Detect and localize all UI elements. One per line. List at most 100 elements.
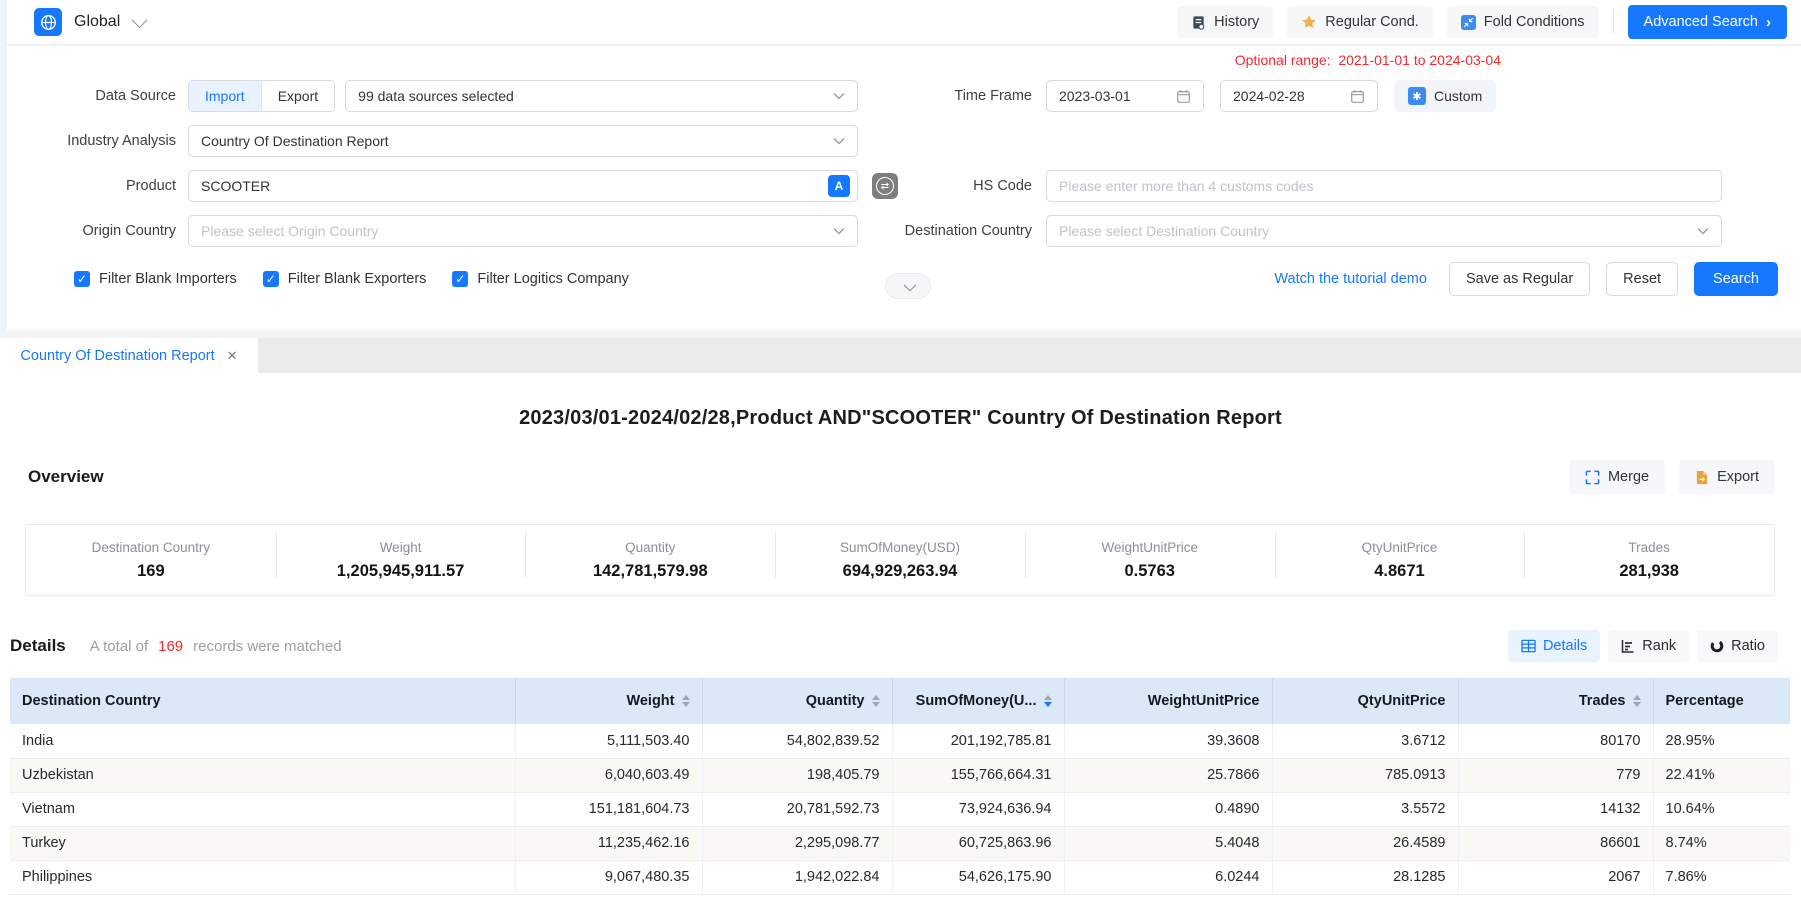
stat-label: Trades [1524, 540, 1774, 555]
fold-icon [1461, 15, 1476, 30]
tab-country-of-destination-report[interactable]: Country Of Destination Report ✕ [0, 338, 258, 373]
fold-conditions-button[interactable]: Fold Conditions [1447, 6, 1599, 38]
view-details-label: Details [1543, 638, 1587, 654]
pie-chart-icon [1710, 639, 1724, 653]
stat-value: 694,929,263.94 [775, 562, 1025, 581]
column-header-percentage: Percentage [1653, 678, 1790, 724]
column-header-destination-country: Destination Country [10, 678, 515, 724]
import-segment[interactable]: Import [189, 81, 261, 111]
chevron-down-icon [903, 278, 916, 291]
overview-stats-card: Destination Country169Weight1,205,945,91… [25, 524, 1775, 596]
view-rank-button[interactable]: Rank [1608, 630, 1689, 662]
swap-arrows-icon: ⇄ [876, 177, 894, 195]
origin-country-select[interactable]: Please select Origin Country [188, 215, 858, 247]
cell-country: Turkey [10, 826, 515, 860]
filter-logitics-company-checkbox[interactable]: ✓ Filter Logitics Company [452, 271, 629, 287]
cell-country: India [10, 724, 515, 758]
close-icon[interactable]: ✕ [227, 348, 238, 364]
advanced-search-button[interactable]: Advanced Search › [1628, 5, 1787, 39]
stat-value: 281,938 [1524, 562, 1774, 581]
export-button[interactable]: Export [1679, 460, 1775, 494]
stat-value: 142,781,579.98 [525, 562, 775, 581]
save-as-regular-button[interactable]: Save as Regular [1449, 262, 1590, 296]
details-header: Details A total of169records were matche… [10, 630, 1778, 662]
industry-analysis-select[interactable]: Country Of Destination Report [188, 125, 858, 157]
history-button[interactable]: History [1177, 6, 1273, 38]
search-form: Optional range: 2021-01-01 to 2024-03-04… [0, 46, 1801, 330]
custom-range-button[interactable]: ✱ Custom [1394, 80, 1496, 112]
table-row[interactable]: Philippines9,067,480.351,942,022.8454,62… [10, 860, 1790, 894]
sort-icon[interactable] [1633, 695, 1641, 707]
collapse-form-button[interactable] [885, 273, 931, 299]
details-table-wrap: Destination Country Weight Quantity SumOfMo… [10, 678, 1790, 895]
form-row-data-source: Data Source Import Export 99 data source… [0, 80, 1801, 112]
column-header-quantity[interactable]: Quantity [702, 678, 892, 724]
stat-label: WeightUnitPrice [1025, 540, 1275, 555]
form-row-industry: Industry Analysis Country Of Destination… [0, 125, 1801, 157]
sort-icon[interactable] [682, 695, 690, 707]
cell-value: 151,181,604.73 [515, 792, 702, 826]
view-switcher: Details Rank Ratio [1508, 630, 1778, 662]
sort-icon[interactable] [1044, 695, 1052, 707]
column-header-weight[interactable]: Weight [515, 678, 702, 724]
table-row[interactable]: Turkey11,235,462.162,295,098.7760,725,86… [10, 826, 1790, 860]
reset-button[interactable]: Reset [1606, 262, 1678, 296]
column-header-trades[interactable]: Trades [1458, 678, 1653, 724]
view-details-button[interactable]: Details [1508, 630, 1600, 662]
table-header-row: Destination Country Weight Quantity SumOfMo… [10, 678, 1790, 724]
top-bar: Global History Regular Cond. Fold Condit… [0, 0, 1801, 46]
column-label: Trades [1579, 693, 1626, 709]
table-row[interactable]: Uzbekistan6,040,603.49198,405.79155,766,… [10, 758, 1790, 792]
filter-blank-importers-checkbox[interactable]: ✓ Filter Blank Importers [74, 271, 237, 287]
table-row[interactable]: Vietnam151,181,604.7320,781,592.7373,924… [10, 792, 1790, 826]
column-label: Weight [626, 693, 674, 709]
table-row[interactable]: India5,111,503.4054,802,839.52201,192,78… [10, 724, 1790, 758]
filter-blank-exporters-checkbox[interactable]: ✓ Filter Blank Exporters [263, 271, 427, 287]
origin-country-placeholder: Please select Origin Country [201, 223, 378, 239]
cell-value: 2,295,098.77 [702, 826, 892, 860]
globe-icon [34, 8, 62, 36]
cell-value: 14132 [1458, 792, 1653, 826]
stat-value: 1,205,945,911.57 [276, 562, 526, 581]
synonym-expand-button[interactable]: ⇄ [872, 173, 898, 199]
history-icon [1191, 15, 1206, 30]
product-label: Product [0, 178, 188, 194]
tutorial-link[interactable]: Watch the tutorial demo [1274, 271, 1427, 287]
product-input[interactable] [188, 170, 858, 202]
merge-label: Merge [1608, 469, 1649, 485]
cell-value: 779 [1458, 758, 1653, 792]
destination-country-select[interactable]: Please select Destination Country [1046, 215, 1722, 247]
cell-value: 198,405.79 [702, 758, 892, 792]
bar-chart-icon [1621, 639, 1635, 653]
view-ratio-label: Ratio [1731, 638, 1765, 654]
view-ratio-button[interactable]: Ratio [1697, 630, 1778, 662]
cell-value: 54,626,175.90 [892, 860, 1064, 894]
end-date-input[interactable]: 2024-02-28 [1220, 80, 1378, 112]
overview-stat: Weight1,205,945,911.57 [276, 540, 526, 581]
history-label: History [1214, 14, 1259, 30]
cell-value: 1,942,022.84 [702, 860, 892, 894]
export-segment[interactable]: Export [261, 81, 334, 111]
cell-value: 3.6712 [1272, 724, 1458, 758]
chevron-down-icon [833, 92, 845, 100]
cell-value: 86601 [1458, 826, 1653, 860]
search-button[interactable]: Search [1694, 262, 1778, 296]
origin-country-label: Origin Country [0, 223, 188, 239]
view-rank-label: Rank [1642, 638, 1676, 654]
column-label: SumOfMoney(U... [916, 693, 1037, 709]
tab-bar: Country Of Destination Report ✕ [0, 338, 1801, 373]
data-sources-select[interactable]: 99 data sources selected [345, 80, 858, 112]
translate-icon[interactable]: A [828, 175, 850, 197]
sort-icon[interactable] [872, 695, 880, 707]
merge-button[interactable]: Merge [1569, 460, 1665, 494]
report-content: 2023/03/01-2024/02/28,Product AND"SCOOTE… [0, 407, 1801, 895]
overview-stat: QtyUnitPrice4.8671 [1275, 540, 1525, 581]
cell-value: 73,924,636.94 [892, 792, 1064, 826]
hs-code-input[interactable] [1046, 170, 1722, 202]
regular-cond-button[interactable]: Regular Cond. [1287, 6, 1433, 38]
region-selector[interactable]: Global [34, 8, 143, 36]
optional-range-text: Optional range: 2021-01-01 to 2024-03-04 [1235, 52, 1501, 68]
start-date-input[interactable]: 2023-03-01 [1046, 80, 1204, 112]
column-label: WeightUnitPrice [1148, 693, 1260, 709]
column-header-sumofmoney-u[interactable]: SumOfMoney(U... [892, 678, 1064, 724]
